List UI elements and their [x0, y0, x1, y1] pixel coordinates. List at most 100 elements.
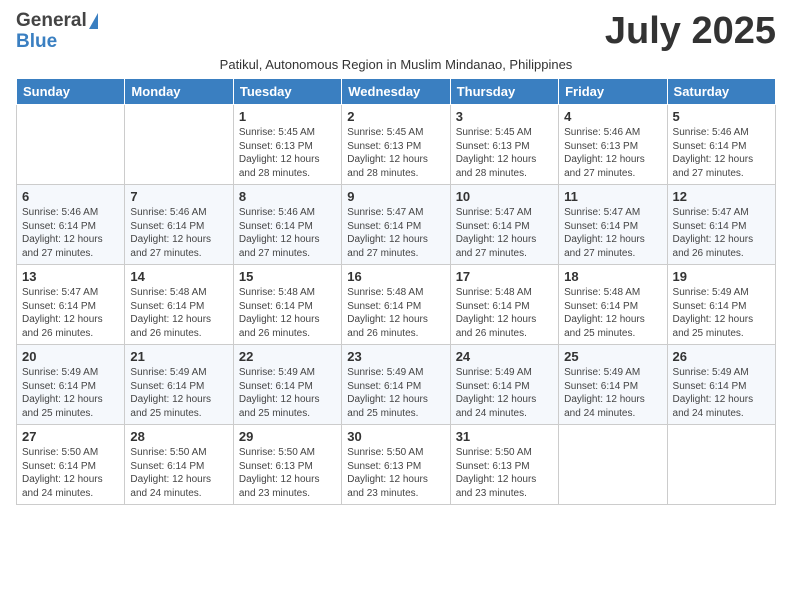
- cell-info: Sunrise: 5:48 AM Sunset: 6:14 PM Dayligh…: [347, 286, 444, 340]
- calendar-cell: [667, 425, 775, 505]
- calendar-cell: 25Sunrise: 5:49 AM Sunset: 6:14 PM Dayli…: [559, 345, 667, 425]
- cell-info: Sunrise: 5:49 AM Sunset: 6:14 PM Dayligh…: [456, 366, 553, 420]
- calendar-cell: 6 Sunrise: 5:46 AM Sunset: 6:14 PM Daylig…: [17, 185, 125, 265]
- logo: General Blue: [16, 11, 98, 53]
- calendar-cell: 11Sunrise: 5:47 AM Sunset: 6:14 PM Dayli…: [559, 185, 667, 265]
- cell-info: Sunrise: 5:49 AM Sunset: 6:14 PM Dayligh…: [673, 366, 770, 420]
- logo-blue-text: Blue: [16, 32, 98, 53]
- cell-info: Sunrise: 5:48 AM Sunset: 6:14 PM Dayligh…: [130, 286, 227, 340]
- calendar-cell: 30 Sunrise: 5:50 AM Sunset: 6:13 PM Dayli…: [342, 425, 450, 505]
- cell-info: Sunrise: 5:49 AM Sunset: 6:14 PM Dayligh…: [130, 366, 227, 420]
- calendar-cell: 26 Sunrise: 5:49 AM Sunset: 6:14 PM Dayli…: [667, 345, 775, 425]
- page-header: General Blue July 2025: [16, 10, 776, 53]
- cell-info: Sunrise: 5:46 AM Sunset: 6:14 PM Dayligh…: [22, 206, 119, 260]
- cell-info: Sunrise: 5:50 AM Sunset: 6:13 PM Dayligh…: [347, 446, 444, 500]
- calendar-cell: [17, 105, 125, 185]
- calendar-table: SundayMondayTuesdayWednesdayThursdayFrid…: [16, 78, 776, 505]
- calendar-cell: 13 Sunrise: 5:47 AM Sunset: 6:14 PM Dayli…: [17, 265, 125, 345]
- calendar-cell: [125, 105, 233, 185]
- cell-info: Sunrise: 5:48 AM Sunset: 6:14 PM Dayligh…: [456, 286, 553, 340]
- calendar-cell: 28Sunrise: 5:50 AM Sunset: 6:14 PM Dayli…: [125, 425, 233, 505]
- cell-info: Sunrise: 5:47 AM Sunset: 6:14 PM Dayligh…: [22, 286, 119, 340]
- calendar-cell: 17 Sunrise: 5:48 AM Sunset: 6:14 PM Dayli…: [450, 265, 558, 345]
- day-number: 19: [673, 269, 770, 284]
- day-number: 17: [456, 269, 553, 284]
- day-number: 8: [239, 189, 336, 204]
- calendar-cell: 7 Sunrise: 5:46 AM Sunset: 6:14 PM Daylig…: [125, 185, 233, 265]
- cell-info: Sunrise: 5:46 AM Sunset: 6:13 PM Dayligh…: [564, 126, 661, 180]
- day-number: 9: [347, 189, 444, 204]
- calendar-cell: 4Sunrise: 5:46 AM Sunset: 6:13 PM Daylig…: [559, 105, 667, 185]
- calendar-cell: 2 Sunrise: 5:45 AM Sunset: 6:13 PM Daylig…: [342, 105, 450, 185]
- calendar-week-5: 27 Sunrise: 5:50 AM Sunset: 6:14 PM Dayli…: [17, 425, 776, 505]
- day-number: 2: [347, 109, 444, 124]
- calendar-cell: 27 Sunrise: 5:50 AM Sunset: 6:14 PM Dayli…: [17, 425, 125, 505]
- day-number: 31: [456, 429, 553, 444]
- cell-info: Sunrise: 5:45 AM Sunset: 6:13 PM Dayligh…: [347, 126, 444, 180]
- column-header-wednesday: Wednesday: [342, 79, 450, 105]
- calendar-week-1: 1 Sunrise: 5:45 AM Sunset: 6:13 PM Daylig…: [17, 105, 776, 185]
- day-number: 21: [130, 349, 227, 364]
- day-number: 18: [564, 269, 661, 284]
- calendar-week-4: 20Sunrise: 5:49 AM Sunset: 6:14 PM Dayli…: [17, 345, 776, 425]
- column-header-tuesday: Tuesday: [233, 79, 341, 105]
- calendar-cell: [559, 425, 667, 505]
- cell-info: Sunrise: 5:45 AM Sunset: 6:13 PM Dayligh…: [239, 126, 336, 180]
- cell-info: Sunrise: 5:50 AM Sunset: 6:13 PM Dayligh…: [456, 446, 553, 500]
- day-number: 10: [456, 189, 553, 204]
- day-number: 1: [239, 109, 336, 124]
- calendar-week-3: 13 Sunrise: 5:47 AM Sunset: 6:14 PM Dayli…: [17, 265, 776, 345]
- cell-info: Sunrise: 5:47 AM Sunset: 6:14 PM Dayligh…: [347, 206, 444, 260]
- cell-info: Sunrise: 5:48 AM Sunset: 6:14 PM Dayligh…: [239, 286, 336, 340]
- cell-info: Sunrise: 5:46 AM Sunset: 6:14 PM Dayligh…: [673, 126, 770, 180]
- day-number: 12: [673, 189, 770, 204]
- calendar-cell: 8 Sunrise: 5:46 AM Sunset: 6:14 PM Daylig…: [233, 185, 341, 265]
- calendar-cell: 1 Sunrise: 5:45 AM Sunset: 6:13 PM Daylig…: [233, 105, 341, 185]
- calendar-cell: 14 Sunrise: 5:48 AM Sunset: 6:14 PM Dayli…: [125, 265, 233, 345]
- column-header-saturday: Saturday: [667, 79, 775, 105]
- cell-info: Sunrise: 5:49 AM Sunset: 6:14 PM Dayligh…: [239, 366, 336, 420]
- day-number: 6: [22, 189, 119, 204]
- day-number: 29: [239, 429, 336, 444]
- day-number: 27: [22, 429, 119, 444]
- day-number: 16: [347, 269, 444, 284]
- day-number: 26: [673, 349, 770, 364]
- day-number: 14: [130, 269, 227, 284]
- column-header-monday: Monday: [125, 79, 233, 105]
- calendar-cell: 31 Sunrise: 5:50 AM Sunset: 6:13 PM Dayli…: [450, 425, 558, 505]
- cell-info: Sunrise: 5:47 AM Sunset: 6:14 PM Dayligh…: [456, 206, 553, 260]
- day-number: 3: [456, 109, 553, 124]
- cell-info: Sunrise: 5:46 AM Sunset: 6:14 PM Dayligh…: [239, 206, 336, 260]
- day-number: 25: [564, 349, 661, 364]
- day-number: 30: [347, 429, 444, 444]
- day-number: 13: [22, 269, 119, 284]
- cell-info: Sunrise: 5:50 AM Sunset: 6:13 PM Dayligh…: [239, 446, 336, 500]
- logo-triangle-icon: [89, 13, 98, 29]
- calendar-cell: 10 Sunrise: 5:47 AM Sunset: 6:14 PM Dayli…: [450, 185, 558, 265]
- column-header-thursday: Thursday: [450, 79, 558, 105]
- calendar-cell: 15 Sunrise: 5:48 AM Sunset: 6:14 PM Dayli…: [233, 265, 341, 345]
- calendar-week-2: 6 Sunrise: 5:46 AM Sunset: 6:14 PM Daylig…: [17, 185, 776, 265]
- cell-info: Sunrise: 5:49 AM Sunset: 6:14 PM Dayligh…: [347, 366, 444, 420]
- day-number: 23: [347, 349, 444, 364]
- cell-info: Sunrise: 5:50 AM Sunset: 6:14 PM Dayligh…: [130, 446, 227, 500]
- cell-info: Sunrise: 5:46 AM Sunset: 6:14 PM Dayligh…: [130, 206, 227, 260]
- cell-info: Sunrise: 5:50 AM Sunset: 6:14 PM Dayligh…: [22, 446, 119, 500]
- column-header-sunday: Sunday: [17, 79, 125, 105]
- calendar-cell: 16 Sunrise: 5:48 AM Sunset: 6:14 PM Dayli…: [342, 265, 450, 345]
- calendar-cell: 12 Sunrise: 5:47 AM Sunset: 6:14 PM Dayli…: [667, 185, 775, 265]
- calendar-cell: 5 Sunrise: 5:46 AM Sunset: 6:14 PM Daylig…: [667, 105, 775, 185]
- subtitle: Patikul, Autonomous Region in Muslim Min…: [16, 57, 776, 72]
- calendar-cell: 18Sunrise: 5:48 AM Sunset: 6:14 PM Dayli…: [559, 265, 667, 345]
- calendar-cell: 3Sunrise: 5:45 AM Sunset: 6:13 PM Daylig…: [450, 105, 558, 185]
- column-header-friday: Friday: [559, 79, 667, 105]
- day-number: 15: [239, 269, 336, 284]
- calendar-cell: 9 Sunrise: 5:47 AM Sunset: 6:14 PM Daylig…: [342, 185, 450, 265]
- day-number: 24: [456, 349, 553, 364]
- logo-general-text: General: [16, 11, 87, 32]
- day-number: 7: [130, 189, 227, 204]
- calendar-cell: 20Sunrise: 5:49 AM Sunset: 6:14 PM Dayli…: [17, 345, 125, 425]
- day-number: 5: [673, 109, 770, 124]
- day-number: 11: [564, 189, 661, 204]
- cell-info: Sunrise: 5:47 AM Sunset: 6:14 PM Dayligh…: [673, 206, 770, 260]
